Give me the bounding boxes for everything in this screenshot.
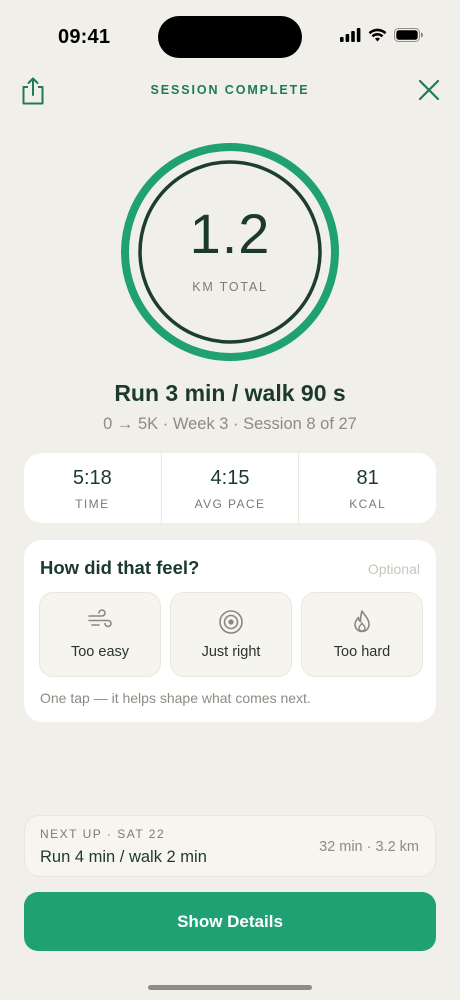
target-icon: [219, 610, 243, 634]
feedback-options: Too easy Just right Too hard: [39, 592, 423, 677]
show-details-button[interactable]: Show Details: [24, 892, 436, 951]
stat-label: AVG PACE: [194, 497, 266, 511]
wind-icon: [88, 609, 112, 628]
stat-avg-pace: 4:15 AVG PACE: [160, 453, 299, 523]
session-complete-screen: 09:41 SESSION COMPLETE 1.2 KM TOTAL Run …: [0, 0, 460, 1000]
session-subtitle: 0 → 5K · Week 3 · Session 8 of 27: [103, 415, 357, 433]
distance-value: 1.2: [189, 202, 271, 265]
stat-label: KCAL: [349, 497, 387, 511]
stat-value: 81: [356, 467, 379, 489]
stat-time: 5:18 TIME: [24, 453, 161, 523]
status-time: 09:41: [58, 26, 111, 48]
feedback-option-too-hard[interactable]: Too hard: [301, 592, 423, 677]
feedback-card: How did that feel? Optional Too easy Jus…: [24, 540, 436, 722]
wifi-icon: [368, 28, 387, 42]
distance-unit: KM TOTAL: [192, 280, 268, 294]
feedback-option-label: Just right: [201, 644, 261, 660]
next-session-meta: 32 min · 3.2 km: [319, 839, 419, 855]
close-icon: [418, 79, 440, 101]
feedback-option-too-easy[interactable]: Too easy: [39, 592, 161, 677]
stats-card: 5:18 TIME 4:15 AVG PACE 81 KCAL: [24, 453, 436, 523]
feedback-option-label: Too easy: [70, 644, 130, 660]
battery-icon: [394, 28, 423, 42]
next-session-label: NEXT UP · SAT 22: [40, 827, 166, 841]
home-indicator[interactable]: [148, 985, 312, 990]
feedback-option-label: Too hard: [333, 644, 391, 660]
dynamic-island: [158, 16, 302, 58]
feedback-option-just-right[interactable]: Just right: [170, 592, 292, 677]
optional-label: Optional: [367, 561, 420, 577]
stat-value: 5:18: [72, 467, 112, 489]
stat-label: TIME: [75, 497, 110, 511]
flame-icon: [354, 610, 370, 633]
stat-value: 4:15: [210, 467, 250, 489]
feedback-title: How did that feel?: [40, 557, 200, 578]
cellular-signal-icon: [340, 28, 361, 42]
next-session-title: Run 4 min / walk 2 min: [40, 848, 207, 866]
session-title: Run 3 min / walk 90 s: [114, 380, 346, 406]
close-button[interactable]: [418, 79, 440, 101]
page-title: SESSION COMPLETE: [150, 83, 310, 97]
status-icons: [340, 28, 424, 42]
feedback-hint: One tap — it helps shape what comes next…: [40, 690, 311, 706]
next-session-card[interactable]: NEXT UP · SAT 22 Run 4 min / walk 2 min …: [24, 815, 436, 877]
stat-kcal: 81 KCAL: [298, 453, 436, 523]
